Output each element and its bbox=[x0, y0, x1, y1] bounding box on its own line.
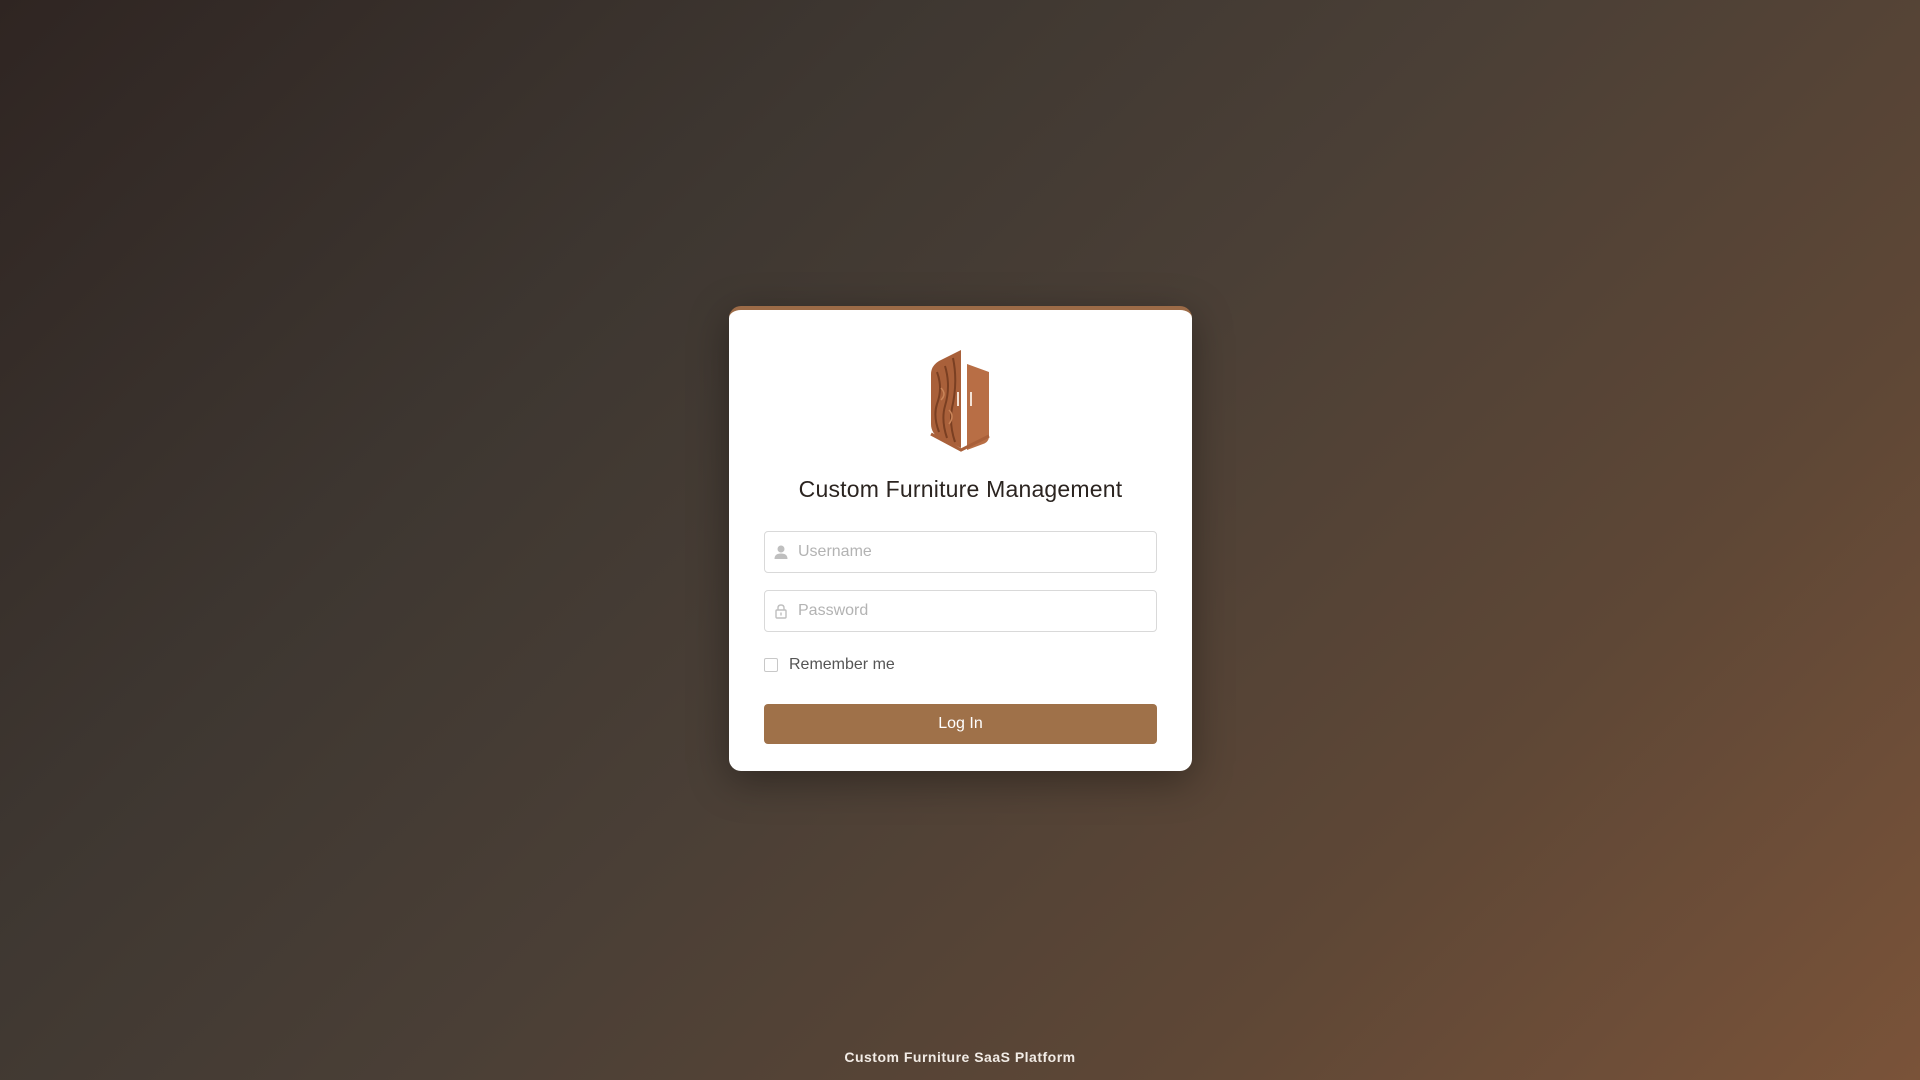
username-input[interactable] bbox=[798, 532, 1148, 572]
page-title: Custom Furniture Management bbox=[798, 476, 1123, 502]
password-input[interactable] bbox=[798, 591, 1148, 631]
password-field[interactable] bbox=[764, 590, 1157, 632]
remember-me-label[interactable]: Remember me bbox=[789, 656, 895, 674]
remember-me[interactable]: Remember me bbox=[764, 655, 895, 675]
username-field[interactable] bbox=[764, 531, 1157, 573]
login-card: Custom Furniture Management Remember me … bbox=[729, 306, 1192, 771]
wardrobe-logo-icon bbox=[930, 350, 990, 452]
lock-icon bbox=[775, 604, 787, 619]
footer-text: Custom Furniture SaaS Platform bbox=[844, 1049, 1076, 1065]
remember-me-checkbox[interactable] bbox=[764, 658, 778, 672]
login-button[interactable]: Log In bbox=[764, 704, 1157, 744]
user-icon bbox=[774, 545, 788, 559]
